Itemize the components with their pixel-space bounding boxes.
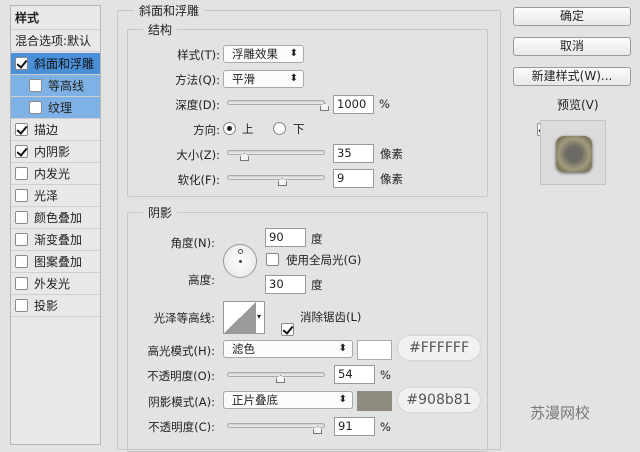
style-label: 样式(T): bbox=[177, 48, 220, 62]
checkbox[interactable] bbox=[15, 167, 28, 180]
new-style-button[interactable]: 新建样式(W)... bbox=[513, 67, 631, 86]
cancel-button[interactable]: 取消 bbox=[513, 37, 631, 56]
highlight-opacity-unit: % bbox=[380, 368, 391, 382]
highlight-hex-label: #FFFFFF bbox=[398, 336, 480, 360]
shadow-opacity-label: 不透明度(C): bbox=[148, 420, 215, 434]
checkbox[interactable] bbox=[29, 79, 42, 92]
preview-thumbnail bbox=[540, 120, 606, 185]
direction-label: 方向: bbox=[193, 123, 220, 137]
soften-input[interactable]: 9 bbox=[333, 169, 374, 188]
blend-options[interactable]: 混合选项:默认 bbox=[11, 30, 100, 52]
soften-slider[interactable] bbox=[227, 175, 325, 186]
checkbox[interactable] bbox=[15, 189, 28, 202]
shadow-color-swatch[interactable] bbox=[357, 391, 392, 411]
altitude-label: 高度: bbox=[188, 273, 215, 287]
sidebar-item-label: 外发光 bbox=[34, 277, 71, 291]
shadow-opacity-input[interactable]: 91 bbox=[334, 417, 375, 436]
sidebar-item[interactable]: 内发光 bbox=[11, 163, 100, 185]
highlight-mode-label: 高光模式(H): bbox=[147, 344, 216, 358]
anti-alias-checkbox[interactable] bbox=[281, 323, 294, 336]
direction-up-label: 上 bbox=[242, 122, 254, 136]
direction-up-radio[interactable] bbox=[223, 122, 236, 135]
depth-input[interactable]: 1000 bbox=[333, 95, 374, 114]
shadow-mode-select[interactable]: 正片叠底 bbox=[223, 391, 353, 409]
highlight-color-swatch[interactable] bbox=[357, 340, 392, 360]
global-light-label: 使用全局光(G) bbox=[286, 253, 362, 267]
direction-down-radio[interactable] bbox=[273, 122, 286, 135]
sidebar-item[interactable]: 等高线 bbox=[11, 75, 100, 97]
checkbox[interactable] bbox=[15, 211, 28, 224]
sidebar-item[interactable]: 外发光 bbox=[11, 273, 100, 295]
shading-title: 阴影 bbox=[143, 204, 178, 221]
sidebar-item[interactable]: 光泽 bbox=[11, 185, 100, 207]
size-input[interactable]: 35 bbox=[333, 144, 374, 163]
shadow-hex-label: #908b81 bbox=[398, 388, 480, 412]
checkbox[interactable] bbox=[15, 233, 28, 246]
checkbox[interactable] bbox=[15, 145, 28, 158]
anti-alias-label: 消除锯齿(L) bbox=[300, 310, 362, 324]
checkbox[interactable] bbox=[15, 255, 28, 268]
sidebar-item[interactable]: 渐变叠加 bbox=[11, 229, 100, 251]
sidebar-item[interactable]: 投影 bbox=[11, 295, 100, 317]
style-select[interactable]: 浮雕效果 bbox=[223, 45, 304, 63]
shadow-mode-label: 阴影模式(A): bbox=[148, 395, 215, 409]
sidebar-item-label: 渐变叠加 bbox=[34, 233, 83, 247]
styles-header: 样式 bbox=[11, 6, 100, 30]
highlight-mode-select[interactable]: 滤色 bbox=[223, 340, 353, 358]
sidebar-item-label: 斜面和浮雕 bbox=[34, 57, 95, 71]
size-slider[interactable] bbox=[227, 150, 325, 161]
sidebar-item[interactable]: 颜色叠加 bbox=[11, 207, 100, 229]
angle-label: 角度(N): bbox=[170, 236, 215, 250]
depth-unit: % bbox=[379, 97, 390, 111]
angle-unit: 度 bbox=[311, 232, 323, 246]
sidebar-item-label: 颜色叠加 bbox=[34, 211, 83, 225]
sidebar-item-label: 描边 bbox=[34, 123, 59, 137]
soften-unit: 像素 bbox=[380, 172, 403, 186]
sidebar-item-label: 内发光 bbox=[34, 167, 71, 181]
checkbox[interactable] bbox=[29, 101, 42, 114]
sidebar-item[interactable]: 内阴影 bbox=[11, 141, 100, 163]
highlight-opacity-input[interactable]: 54 bbox=[334, 365, 375, 384]
shadow-opacity-unit: % bbox=[380, 420, 391, 434]
sidebar-item-label: 光泽 bbox=[34, 189, 59, 203]
sidebar-item-label: 内阴影 bbox=[34, 145, 71, 159]
size-unit: 像素 bbox=[380, 147, 403, 161]
depth-slider[interactable] bbox=[227, 100, 329, 111]
checkbox[interactable] bbox=[15, 57, 28, 70]
global-light-checkbox[interactable] bbox=[266, 253, 279, 266]
sidebar-item-label: 纹理 bbox=[48, 101, 73, 115]
soften-label: 软化(F): bbox=[177, 173, 220, 187]
sidebar-item-label: 投影 bbox=[34, 299, 59, 313]
shadow-opacity-slider[interactable] bbox=[227, 423, 325, 434]
gloss-contour-picker[interactable]: ▾ bbox=[223, 301, 265, 334]
preview-label: 预览(V) bbox=[557, 98, 599, 112]
altitude-input[interactable]: 30 bbox=[265, 275, 306, 294]
styles-sidebar: 样式 混合选项:默认 斜面和浮雕等高线纹理描边内阴影内发光光泽颜色叠加渐变叠加图… bbox=[10, 5, 101, 445]
sidebar-item[interactable]: 图案叠加 bbox=[11, 251, 100, 273]
highlight-opacity-slider[interactable] bbox=[227, 372, 325, 383]
direction-down-label: 下 bbox=[293, 122, 305, 136]
checkbox[interactable] bbox=[15, 123, 28, 136]
size-label: 大小(Z): bbox=[176, 148, 220, 162]
sidebar-item[interactable]: 描边 bbox=[11, 119, 100, 141]
sidebar-item-label: 等高线 bbox=[48, 79, 85, 93]
sidebar-item[interactable]: 斜面和浮雕 bbox=[11, 53, 100, 75]
panel-title: 斜面和浮雕 bbox=[134, 2, 205, 19]
method-label: 方法(Q): bbox=[175, 73, 220, 87]
watermark: 苏漫网校 bbox=[530, 404, 591, 422]
chevron-down-icon: ▾ bbox=[257, 312, 262, 321]
altitude-unit: 度 bbox=[311, 278, 323, 292]
checkbox[interactable] bbox=[15, 277, 28, 290]
sidebar-item[interactable]: 纹理 bbox=[11, 97, 100, 119]
structure-title: 结构 bbox=[143, 21, 178, 38]
method-select[interactable]: 平滑 bbox=[223, 70, 304, 88]
angle-dial[interactable] bbox=[223, 244, 257, 278]
sidebar-item-label: 图案叠加 bbox=[34, 255, 83, 269]
depth-label: 深度(D): bbox=[175, 98, 220, 112]
angle-input[interactable]: 90 bbox=[265, 228, 306, 247]
ok-button[interactable]: 确定 bbox=[513, 7, 631, 26]
checkbox[interactable] bbox=[15, 299, 28, 312]
gloss-contour-label: 光泽等高线: bbox=[153, 311, 215, 325]
highlight-opacity-label: 不透明度(O): bbox=[147, 369, 215, 383]
